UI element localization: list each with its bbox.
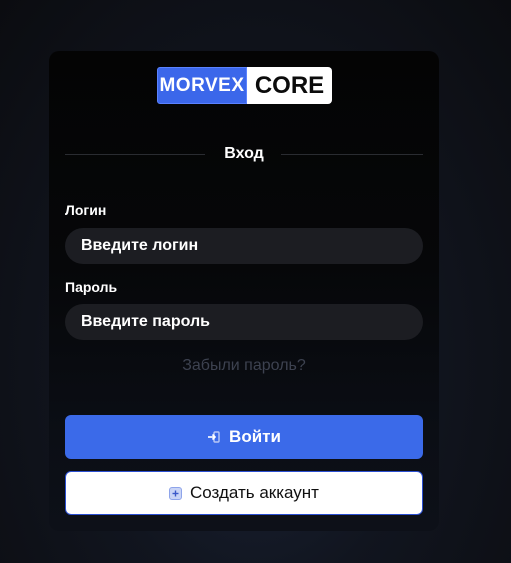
forgot-password-link[interactable]: Забыли пароль? <box>65 356 423 376</box>
password-input[interactable] <box>65 304 423 340</box>
password-label: Пароль <box>65 279 118 295</box>
logo-core: CORE <box>247 67 332 104</box>
brand-logo: MORVEX CORE <box>157 67 332 104</box>
create-account-label: Создать аккаунт <box>190 483 319 502</box>
login-label: Логин <box>65 202 107 218</box>
login-button-label: Войти <box>229 427 281 446</box>
login-card: MORVEX CORE Вход Логин Пароль Забыли пар… <box>49 51 439 531</box>
login-input[interactable] <box>65 228 423 264</box>
sign-in-icon <box>207 430 221 444</box>
logo-morvex: MORVEX <box>157 67 247 104</box>
title-divider: Вход <box>65 144 423 164</box>
login-button[interactable]: Войти <box>65 415 423 459</box>
plus-square-icon <box>169 486 182 500</box>
divider-line-right <box>281 154 423 155</box>
create-account-button[interactable]: Создать аккаунт <box>65 471 423 515</box>
